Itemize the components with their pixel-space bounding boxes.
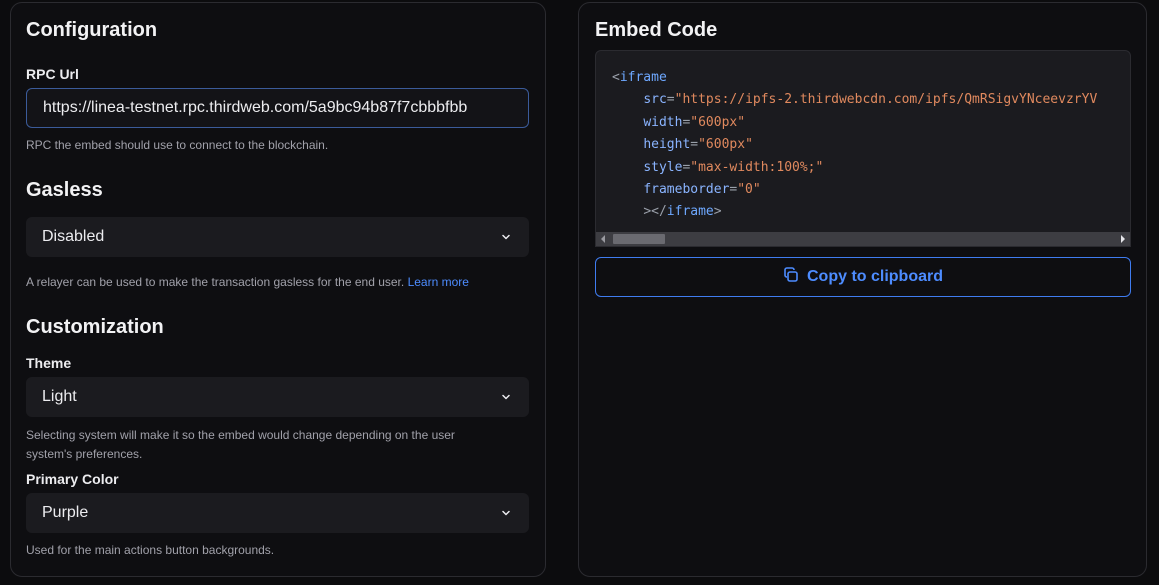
primary-color-label: Primary Color bbox=[26, 471, 119, 487]
chevron-down-icon bbox=[499, 506, 513, 520]
rpc-url-field[interactable] bbox=[26, 88, 529, 128]
gasless-help-text: A relayer can be used to make the transa… bbox=[26, 275, 405, 289]
horizontal-scrollbar[interactable] bbox=[596, 232, 1130, 246]
code-value-width: "600px" bbox=[690, 114, 746, 130]
scroll-right-arrow-icon[interactable] bbox=[1116, 232, 1130, 246]
copy-icon bbox=[783, 266, 799, 288]
embed-code-heading: Embed Code bbox=[595, 19, 718, 41]
customization-heading: Customization bbox=[26, 316, 164, 338]
embed-code-panel: Embed Code <iframe src="https://ipfs-2.t… bbox=[578, 2, 1147, 577]
code-tag-close: iframe bbox=[666, 204, 714, 220]
code-attr-width: width bbox=[643, 114, 683, 130]
chevron-down-icon bbox=[499, 230, 513, 244]
gasless-heading: Gasless bbox=[26, 179, 103, 201]
rpc-url-help: RPC the embed should use to connect to t… bbox=[26, 138, 329, 152]
code-attr-height: height bbox=[643, 137, 691, 153]
scroll-left-arrow-icon[interactable] bbox=[596, 232, 610, 246]
code-value-src: "https://ipfs-2.thirdwebcdn.com/ipfs/QmR… bbox=[674, 92, 1098, 108]
code-value-style: "max-width:100%;" bbox=[690, 159, 824, 175]
configuration-panel: Configuration RPC Url RPC the embed shou… bbox=[10, 2, 546, 577]
rpc-url-input[interactable] bbox=[27, 89, 528, 127]
code-value-frameborder: "0" bbox=[737, 182, 761, 198]
code-attr-style: style bbox=[643, 159, 683, 175]
scrollbar-thumb[interactable] bbox=[613, 234, 665, 244]
configuration-heading: Configuration bbox=[26, 19, 158, 41]
gasless-select[interactable]: Disabled bbox=[26, 217, 529, 257]
code-attr-frameborder: frameborder bbox=[643, 182, 730, 198]
primary-color-help: Used for the main actions button backgro… bbox=[26, 543, 275, 557]
primary-color-select[interactable]: Purple bbox=[26, 493, 529, 533]
code-tag-open: iframe bbox=[619, 70, 667, 85]
rpc-url-label: RPC Url bbox=[26, 66, 79, 82]
copy-button-label: Copy to clipboard bbox=[807, 268, 943, 285]
learn-more-link[interactable]: Learn more bbox=[408, 275, 469, 289]
gasless-selected-value: Disabled bbox=[42, 228, 105, 245]
code-value-height: "600px" bbox=[698, 137, 753, 153]
chevron-down-icon bbox=[499, 390, 513, 404]
theme-selected-value: Light bbox=[42, 388, 77, 405]
theme-label: Theme bbox=[26, 355, 72, 371]
code-content: <iframe src="https://ipfs-2.thirdwebcdn.… bbox=[612, 70, 1098, 220]
theme-help-line-2: system's preferences. bbox=[26, 447, 143, 461]
gasless-help: A relayer can be used to make the transa… bbox=[26, 273, 469, 292]
copy-to-clipboard-button[interactable]: Copy to clipboard bbox=[595, 257, 1131, 297]
theme-help: Selecting system will make it so the emb… bbox=[26, 426, 455, 464]
embed-code-block[interactable]: <iframe src="https://ipfs-2.thirdwebcdn.… bbox=[595, 50, 1131, 247]
code-attr-src: src bbox=[643, 92, 667, 108]
theme-select[interactable]: Light bbox=[26, 377, 529, 417]
theme-help-line-1: Selecting system will make it so the emb… bbox=[26, 428, 455, 442]
primary-color-selected-value: Purple bbox=[42, 504, 89, 521]
